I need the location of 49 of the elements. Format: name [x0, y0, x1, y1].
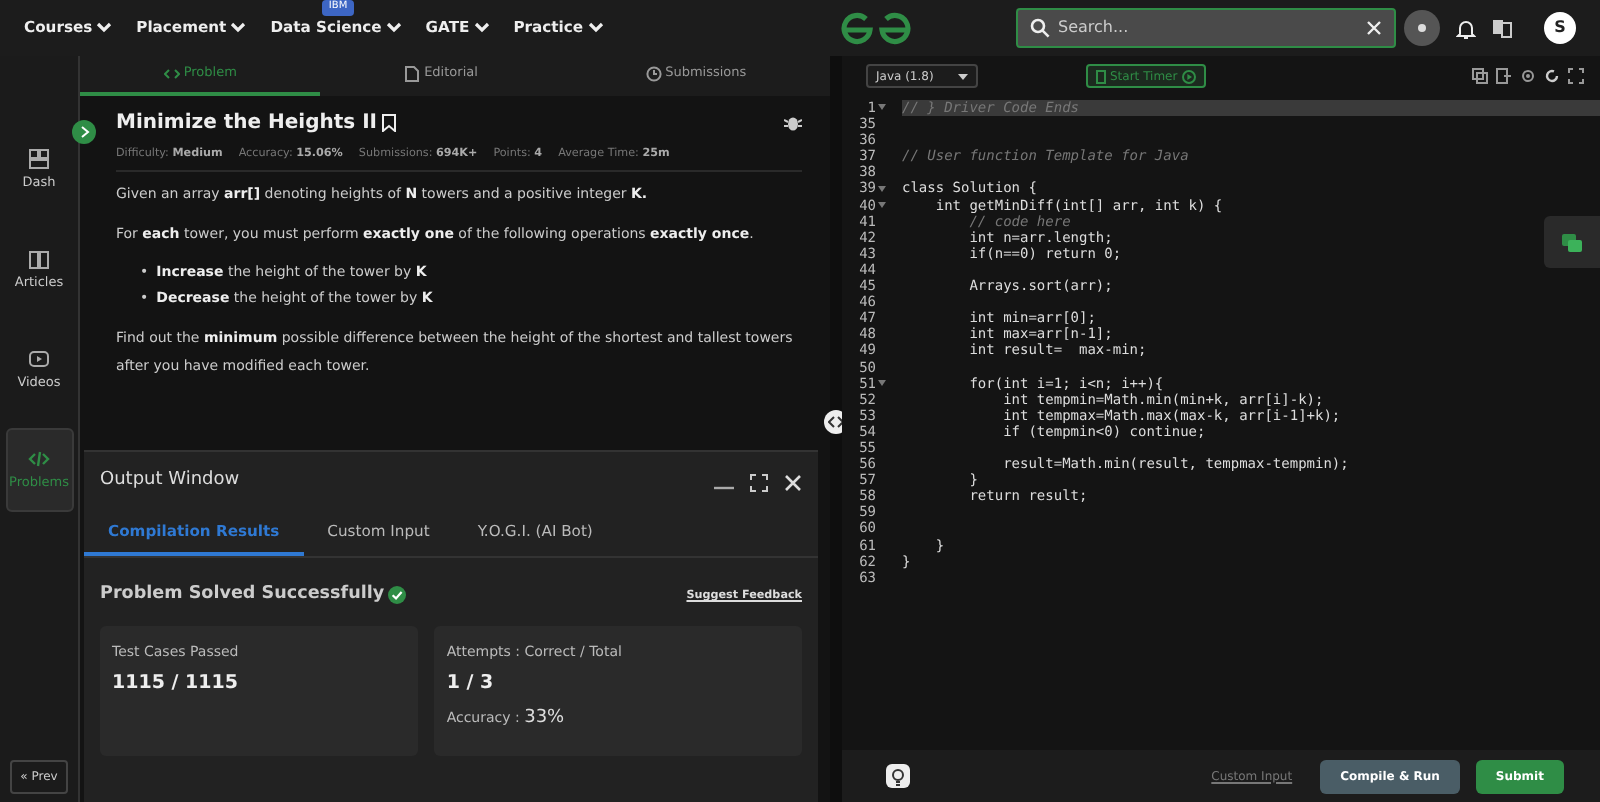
clock-icon: [645, 66, 662, 82]
export-icon[interactable]: [1496, 68, 1512, 84]
lightbulb-icon: [890, 767, 906, 785]
close-icon[interactable]: [784, 473, 802, 491]
status-message: Problem Solved Successfully: [100, 582, 385, 609]
book-icon: [28, 247, 50, 270]
search-icon: [1030, 18, 1050, 38]
copy-icon[interactable]: [1472, 68, 1488, 84]
caret-icon: [958, 73, 968, 79]
output-window-title: Output Window: [100, 468, 240, 495]
theme-toggle[interactable]: [1404, 10, 1440, 46]
chevron-right-icon: [79, 126, 89, 138]
video-icon: [28, 347, 50, 370]
search-field[interactable]: Search...: [1054, 14, 1362, 42]
maximize-icon[interactable]: [750, 473, 768, 491]
refresh-icon[interactable]: [1544, 68, 1560, 84]
code-icon: [163, 66, 180, 82]
chevron-down-icon: [385, 20, 402, 35]
fullscreen-icon[interactable]: [1568, 68, 1584, 84]
bell-icon[interactable]: [1456, 17, 1476, 39]
chevron-down-icon: [473, 20, 490, 35]
hint-button[interactable]: [886, 764, 910, 788]
bug-icon[interactable]: [784, 114, 802, 132]
user-avatar[interactable]: S: [1544, 12, 1576, 44]
card-value: 1115 / 1115: [112, 670, 240, 699]
check-circle-icon: [388, 586, 407, 605]
translate-icon[interactable]: [1492, 18, 1512, 38]
code-icon: [28, 447, 50, 470]
settings-icon[interactable]: [1520, 68, 1536, 84]
play-icon: [1181, 69, 1196, 83]
document-icon: [404, 66, 421, 82]
chat-button[interactable]: [1544, 216, 1600, 268]
bookmark-icon[interactable]: [381, 114, 396, 132]
card-value: 1 / 3: [446, 670, 496, 699]
chevron-down-icon: [230, 20, 247, 35]
chevron-down-icon: [96, 20, 113, 35]
fold-icon[interactable]: [878, 379, 886, 386]
fold-icon[interactable]: [878, 185, 886, 192]
chat-icon: [1562, 233, 1582, 251]
logo-icon[interactable]: [840, 10, 912, 46]
code-icon: [828, 416, 844, 428]
dashboard-icon: [28, 147, 50, 170]
expand-sidebar-button[interactable]: [72, 120, 96, 144]
problem-title: Minimize the Heights II: [116, 110, 378, 138]
close-icon[interactable]: [1366, 20, 1382, 36]
chevron-down-icon: [587, 20, 604, 35]
search-bar[interactable]: Search...: [1016, 8, 1396, 48]
fold-icon[interactable]: [878, 104, 886, 111]
fold-icon[interactable]: [878, 201, 886, 208]
